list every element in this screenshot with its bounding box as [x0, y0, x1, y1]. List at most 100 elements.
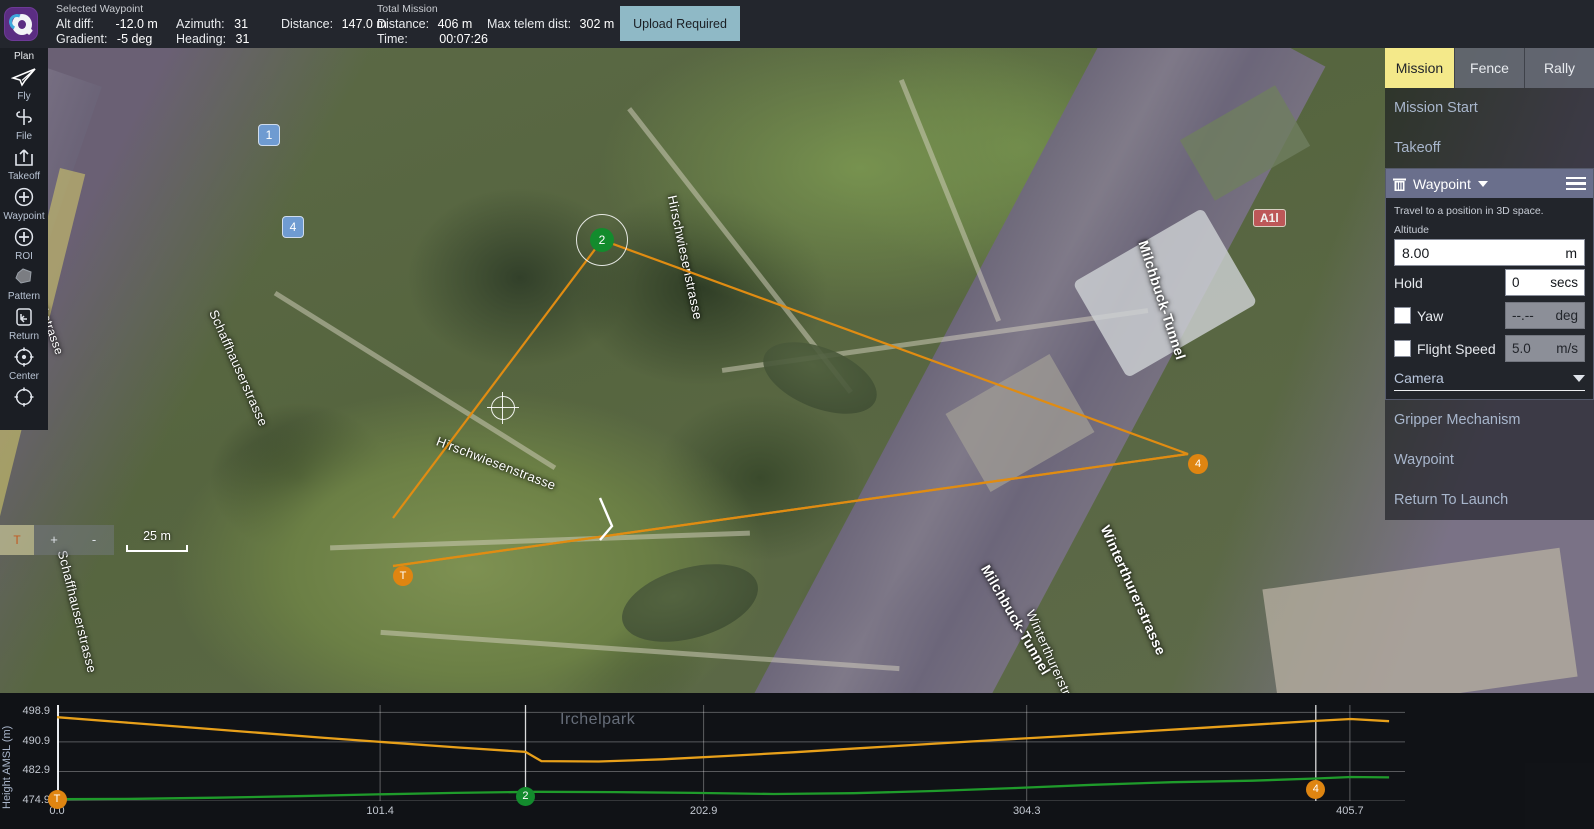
toolbar-item-label: File: [16, 131, 32, 143]
waypoint-editor-title: Waypoint: [1413, 176, 1471, 192]
toolbar-item-plan[interactable]: Plan: [0, 50, 48, 90]
chart-x-tick-label: 304.3: [997, 805, 1057, 817]
map-scale-line: [126, 545, 188, 552]
mission-items-above[interactable]: Mission StartTakeoff: [1385, 88, 1594, 168]
chart-waypoint-marker-T[interactable]: T: [48, 790, 67, 809]
terrain-profile-chart[interactable]: Height AMSL (m) Irchelpark 498.9490.9482…: [0, 693, 1594, 829]
zoom-out-button[interactable]: -: [74, 525, 114, 555]
toolbar-item-label: Center: [9, 371, 39, 383]
azimuth-label: Azimuth:: [176, 17, 225, 31]
trash-icon[interactable]: [1392, 176, 1407, 192]
hold-row: Hold 0 secs: [1394, 266, 1585, 299]
waypoint-editor-header[interactable]: Waypoint: [1386, 169, 1593, 198]
altitude-label: Altitude: [1394, 224, 1585, 236]
propeller-icon: [13, 104, 35, 130]
chart-x-tick-label: 202.9: [674, 805, 734, 817]
plus-circle-icon: [13, 184, 35, 210]
yaw-unit: deg: [1555, 308, 1578, 323]
chart-waypoint-marker-2[interactable]: 2: [516, 787, 535, 806]
heading-value: 31: [236, 32, 250, 46]
hold-input[interactable]: 0 secs: [1505, 269, 1585, 296]
paper-plane-icon: [11, 64, 37, 90]
mission-items-below[interactable]: Gripper MechanismWaypointReturn To Launc…: [1385, 400, 1594, 520]
selected-waypoint-caption: Selected Waypoint: [56, 3, 143, 15]
mission-distance-label: Distance:: [377, 17, 429, 31]
selected-waypoint-group: Selected Waypoint Alt diff: -12.0 m Grad…: [56, 0, 176, 48]
mission-distance-value: 406 m: [438, 17, 473, 31]
altitude-input[interactable]: 8.00 m: [1394, 239, 1585, 266]
hold-unit: secs: [1550, 275, 1578, 290]
midpoint-crosshair-icon[interactable]: [491, 396, 515, 420]
map-waypoint-badge-1[interactable]: 1: [258, 124, 280, 146]
map-waypoint-marker-T[interactable]: T: [393, 566, 413, 586]
time-value: 00:07:26: [439, 32, 488, 46]
map-waypoint-badge-4[interactable]: 4: [282, 216, 304, 238]
toolbar-item-pattern[interactable]: Pattern: [0, 290, 48, 330]
toolbar-item-return[interactable]: Return: [0, 330, 48, 370]
mission-item-mission-start[interactable]: Mission Start: [1385, 88, 1594, 128]
gradient-label: Gradient:: [56, 32, 107, 46]
terrain-toggle-button[interactable]: T: [0, 525, 34, 555]
total-mission-caption: Total Mission: [377, 3, 438, 15]
mission-item-gripper-mechanism[interactable]: Gripper Mechanism: [1385, 400, 1594, 440]
camera-section-toggle[interactable]: Camera: [1394, 370, 1585, 391]
hamburger-icon[interactable]: [1566, 174, 1586, 194]
map-waypoint-marker-2[interactable]: 2: [590, 228, 614, 252]
chart-x-tick-label: 101.4: [350, 805, 410, 817]
road-shield: A1l: [1253, 209, 1286, 227]
tab-mission[interactable]: Mission: [1385, 48, 1454, 88]
yaw-checkbox[interactable]: [1394, 307, 1411, 324]
flight-speed-unit: m/s: [1556, 341, 1578, 356]
mission-editor-panel[interactable]: MissionFenceRally Mission StartTakeoff W…: [1385, 48, 1594, 520]
map-scale-bar: 25 m: [126, 529, 188, 552]
chevron-down-icon[interactable]: [1478, 181, 1488, 187]
flight-speed-input[interactable]: 5.0 m/s: [1505, 335, 1585, 362]
flight-speed-label: Flight Speed: [1417, 341, 1496, 357]
zoom-in-button[interactable]: +: [34, 525, 74, 555]
flight-speed-value: 5.0: [1512, 341, 1531, 356]
map-waypoint-marker-4[interactable]: 4: [1188, 454, 1208, 474]
yaw-input[interactable]: --.-- deg: [1505, 302, 1585, 329]
crosshair-icon: [13, 344, 35, 370]
mission-item-takeoff[interactable]: Takeoff: [1385, 128, 1594, 168]
heading-label: Heading:: [176, 32, 226, 46]
chart-y-tick-label: 482.9: [4, 764, 50, 776]
toolbar-item-label: Return: [9, 331, 39, 343]
upload-required-button[interactable]: Upload Required: [620, 6, 740, 41]
max-telem-group: Max telem dist: 302 m: [487, 0, 637, 48]
waypoint-editor[interactable]: Waypoint Travel to a position in 3D spac…: [1385, 168, 1594, 400]
chart-series-layer: [57, 705, 1405, 801]
flight-speed-checkbox[interactable]: [1394, 340, 1411, 357]
tab-rally[interactable]: Rally: [1524, 48, 1594, 88]
waypoint-description: Travel to a position in 3D space.: [1394, 205, 1585, 217]
zoom-controls[interactable]: + -: [34, 525, 114, 555]
plan-tabs[interactable]: MissionFenceRally: [1385, 48, 1594, 88]
gradient-value: -5 deg: [117, 32, 152, 46]
toolbar-item-center[interactable]: Center: [0, 370, 48, 410]
flight-speed-row: Flight Speed 5.0 m/s: [1394, 332, 1585, 365]
toolbar-item-fly[interactable]: Fly: [0, 90, 48, 130]
return-arrow-icon: [13, 304, 35, 330]
toolbar-item-takeoff[interactable]: Takeoff: [0, 170, 48, 210]
mission-item-waypoint[interactable]: Waypoint: [1385, 440, 1594, 480]
time-label: Time:: [377, 32, 408, 46]
qgroundcontrol-logo-icon[interactable]: [4, 7, 38, 41]
mission-item-return-to-launch[interactable]: Return To Launch: [1385, 480, 1594, 520]
toolbar-item-label: Pattern: [8, 291, 40, 303]
toolbar-item-label: Waypoint: [3, 211, 44, 223]
chevron-down-icon[interactable]: [1573, 375, 1585, 382]
camera-label: Camera: [1394, 370, 1444, 386]
hold-label: Hold: [1394, 275, 1423, 291]
map-canvas[interactable]: SchaffhauserstrasseSchaffhauserstrasseHi…: [0, 48, 1594, 693]
left-toolbar[interactable]: PlanFly File Takeoff Waypoint ROIPattern Retu…: [0, 48, 48, 430]
toolbar-item-roi[interactable]: ROI: [0, 250, 48, 290]
toolbar-item-file[interactable]: File: [0, 130, 48, 170]
alt-diff-value: -12.0 m: [115, 17, 157, 31]
tab-fence[interactable]: Fence: [1454, 48, 1524, 88]
toolbar-item-waypoint[interactable]: Waypoint: [0, 210, 48, 250]
azimuth-heading-group: Azimuth: 31 Heading: 31: [176, 0, 281, 48]
toolbar-item-label: Fly: [17, 91, 30, 103]
center-icon: [13, 384, 35, 410]
toolbar-item-label: Takeoff: [8, 171, 40, 183]
map-controls[interactable]: T + - 25 m: [0, 525, 188, 555]
